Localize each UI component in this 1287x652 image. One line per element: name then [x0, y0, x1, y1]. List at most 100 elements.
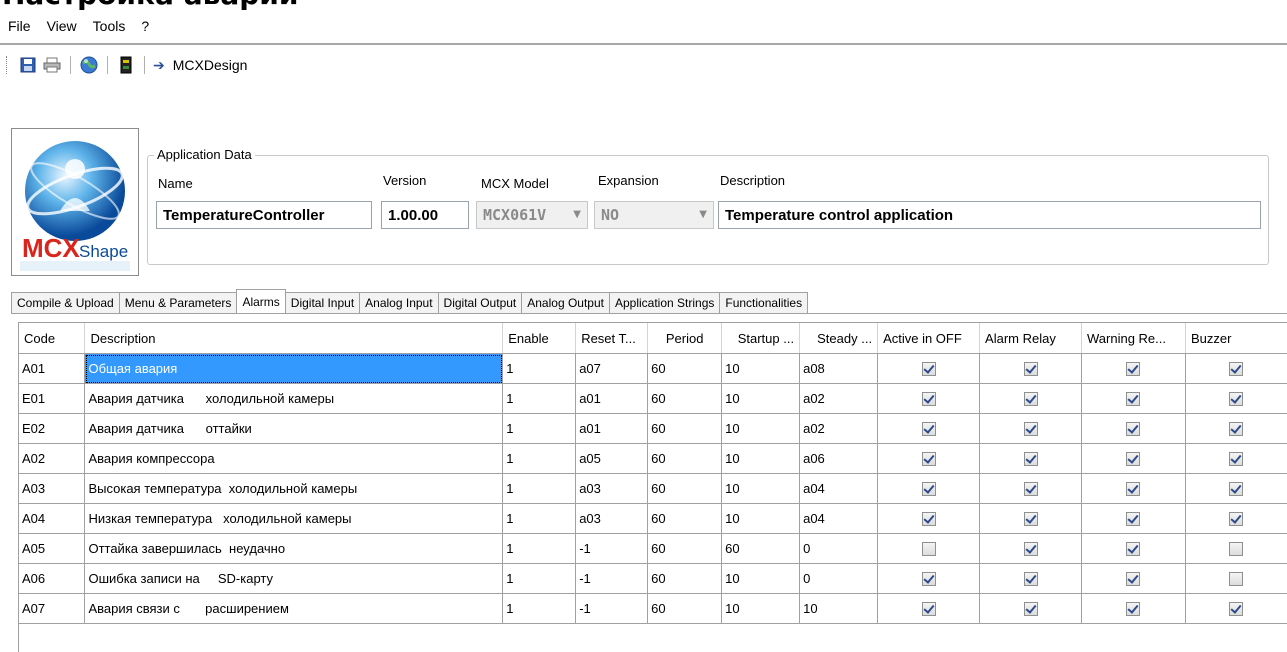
- tab-alarms[interactable]: Alarms: [236, 289, 286, 313]
- buzzer-checkbox[interactable]: [1229, 602, 1244, 617]
- active-off-checkbox[interactable]: [921, 392, 936, 407]
- cell-code[interactable]: E02: [19, 413, 86, 444]
- tab-menu-parameters[interactable]: Menu & Parameters: [118, 292, 238, 313]
- cell-steady[interactable]: a06: [799, 443, 879, 474]
- alarm-relay-checkbox[interactable]: [1023, 482, 1038, 497]
- col-header-alarm-relay[interactable]: Alarm Relay: [979, 323, 1082, 354]
- cell-reset[interactable]: a03: [575, 503, 649, 534]
- cell-period[interactable]: 60: [647, 563, 723, 594]
- warning-relay-checkbox[interactable]: [1126, 542, 1141, 557]
- cell-description[interactable]: Ошибка записи на SD-карту: [84, 563, 504, 594]
- buzzer-checkbox[interactable]: [1229, 542, 1244, 557]
- active-off-checkbox[interactable]: [921, 422, 936, 437]
- active-off-checkbox[interactable]: [921, 452, 936, 467]
- menu-tools[interactable]: Tools: [85, 18, 134, 34]
- cell-period[interactable]: 60: [647, 593, 723, 624]
- cell-startup[interactable]: 10: [721, 563, 801, 594]
- buzzer-checkbox[interactable]: [1229, 362, 1244, 377]
- cell-enable[interactable]: 1: [502, 533, 577, 564]
- col-header-startup[interactable]: Startup ...: [721, 323, 801, 354]
- active-off-checkbox[interactable]: [921, 602, 936, 617]
- cell-description[interactable]: Оттайка завершилась неудачно: [84, 533, 504, 564]
- cell-description[interactable]: Авария компрессора: [84, 443, 504, 474]
- cell-steady[interactable]: 10: [799, 593, 879, 624]
- cell-enable[interactable]: 1: [502, 413, 577, 444]
- cell-startup[interactable]: 10: [721, 443, 801, 474]
- table-row[interactable]: A06 Ошибка записи на SD-карту 1 -1 60 10 0: [19, 563, 1287, 594]
- tab-analog-input[interactable]: Analog Input: [359, 292, 439, 313]
- cell-period[interactable]: 60: [647, 413, 723, 444]
- device-icon[interactable]: [116, 55, 136, 75]
- cell-startup[interactable]: 10: [721, 413, 801, 444]
- col-header-active-off[interactable]: Active in OFF: [877, 323, 981, 354]
- col-header-steady[interactable]: Steady ...: [799, 323, 879, 354]
- cell-code[interactable]: E01: [19, 383, 86, 414]
- globe-icon[interactable]: [79, 55, 99, 75]
- cell-period[interactable]: 60: [647, 443, 723, 474]
- cell-reset[interactable]: a05: [575, 443, 649, 474]
- col-header-reset[interactable]: Reset T...: [575, 323, 649, 354]
- cell-enable[interactable]: 1: [502, 563, 577, 594]
- warning-relay-checkbox[interactable]: [1126, 422, 1141, 437]
- warning-relay-checkbox[interactable]: [1126, 512, 1141, 527]
- active-off-checkbox[interactable]: [921, 482, 936, 497]
- cell-code[interactable]: A03: [19, 473, 86, 504]
- tab-functionalities[interactable]: Functionalities: [719, 292, 809, 313]
- cell-reset[interactable]: -1: [575, 593, 649, 624]
- tab-application-strings[interactable]: Application Strings: [608, 292, 721, 313]
- alarm-relay-checkbox[interactable]: [1023, 572, 1038, 587]
- mcxdesign-link[interactable]: MCXDesign: [173, 57, 248, 73]
- cell-reset[interactable]: -1: [575, 533, 649, 564]
- cell-reset[interactable]: -1: [575, 563, 649, 594]
- table-row[interactable]: A01 Общая авария 1 a07 60 10 a08: [19, 353, 1287, 384]
- cell-steady[interactable]: 0: [799, 533, 879, 564]
- cell-reset[interactable]: a03: [575, 473, 649, 504]
- warning-relay-checkbox[interactable]: [1126, 452, 1141, 467]
- cell-enable[interactable]: 1: [502, 443, 577, 474]
- name-input[interactable]: TemperatureController: [156, 201, 372, 229]
- cell-description[interactable]: Общая авария: [84, 353, 504, 384]
- menu-view[interactable]: View: [39, 18, 85, 34]
- cell-reset[interactable]: a07: [575, 353, 649, 384]
- tab-compile-upload[interactable]: Compile & Upload: [11, 292, 120, 313]
- cell-period[interactable]: 60: [647, 353, 723, 384]
- buzzer-checkbox[interactable]: [1229, 452, 1244, 467]
- cell-enable[interactable]: 1: [502, 353, 577, 384]
- cell-description[interactable]: Авария датчика холодильной камеры: [84, 383, 504, 414]
- alarm-relay-checkbox[interactable]: [1023, 602, 1038, 617]
- cell-code[interactable]: A04: [19, 503, 86, 534]
- active-off-checkbox[interactable]: [921, 572, 936, 587]
- cell-code[interactable]: A07: [19, 593, 86, 624]
- cell-startup[interactable]: 10: [721, 473, 801, 504]
- col-header-period[interactable]: Period: [647, 323, 723, 354]
- cell-steady[interactable]: 0: [799, 563, 879, 594]
- cell-enable[interactable]: 1: [502, 383, 577, 414]
- warning-relay-checkbox[interactable]: [1126, 602, 1141, 617]
- cell-steady[interactable]: a04: [799, 473, 879, 504]
- cell-description[interactable]: Низкая температура холодильной камеры: [84, 503, 504, 534]
- active-off-checkbox[interactable]: [921, 542, 936, 557]
- table-row[interactable]: E02 Авария датчика оттайки 1 a01 60 10 a02: [19, 413, 1287, 444]
- cell-period[interactable]: 60: [647, 473, 723, 504]
- cell-description[interactable]: Высокая температура холодильной камеры: [84, 473, 504, 504]
- toolbar-grip[interactable]: [6, 56, 10, 74]
- alarm-relay-checkbox[interactable]: [1023, 392, 1038, 407]
- tab-digital-input[interactable]: Digital Input: [284, 292, 361, 313]
- cell-enable[interactable]: 1: [502, 473, 577, 504]
- cell-steady[interactable]: a02: [799, 413, 879, 444]
- warning-relay-checkbox[interactable]: [1126, 392, 1141, 407]
- col-header-code[interactable]: Code: [19, 323, 86, 354]
- cell-reset[interactable]: a01: [575, 383, 649, 414]
- alarm-relay-checkbox[interactable]: [1023, 422, 1038, 437]
- table-row[interactable]: A04 Низкая температура холодильной камеры…: [19, 503, 1287, 534]
- table-row[interactable]: A07 Авария связи с расширением 1 -1 60 10 10: [19, 593, 1287, 624]
- alarm-relay-checkbox[interactable]: [1023, 452, 1038, 467]
- active-off-checkbox[interactable]: [921, 512, 936, 527]
- cell-steady[interactable]: a02: [799, 383, 879, 414]
- cell-startup[interactable]: 10: [721, 593, 801, 624]
- cell-description[interactable]: Авария связи с расширением: [84, 593, 504, 624]
- cell-startup[interactable]: 10: [721, 503, 801, 534]
- tab-analog-output[interactable]: Analog Output: [521, 292, 610, 313]
- cell-startup[interactable]: 10: [721, 353, 801, 384]
- cell-period[interactable]: 60: [647, 533, 723, 564]
